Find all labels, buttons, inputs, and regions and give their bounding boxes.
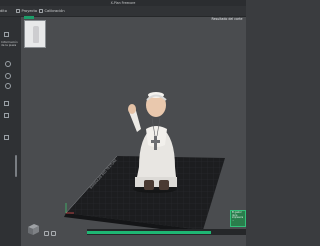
plate-tab[interactable] [24, 16, 34, 19]
tab-label: dito [0, 9, 7, 13]
tab-label: Calibración [44, 9, 65, 13]
build-plate: BAMBULAB BED TEXTURE [64, 92, 225, 234]
3d-viewport[interactable]: BAMBULAB BED TEXTURE Resultado del corte [21, 17, 246, 246]
add-icon[interactable] [5, 83, 11, 89]
printer-icon[interactable] [4, 32, 9, 37]
support-icon[interactable] [4, 113, 9, 118]
tab-label: Proyecto [21, 9, 38, 13]
plate-thumbnail[interactable] [24, 20, 46, 48]
progress-bar [87, 229, 246, 235]
sidebar-label: Información de la pieza [1, 40, 18, 48]
slice-result-label[interactable]: Resultado del corte [208, 17, 246, 25]
layers-icon[interactable] [4, 101, 9, 106]
sidebar-scrollbar[interactable] [15, 155, 17, 177]
notification-text: El gestor de la impresora ... [232, 211, 244, 222]
tab-dito[interactable]: dito [0, 6, 7, 16]
view-controls [44, 231, 56, 236]
3d-model-figure[interactable] [128, 92, 177, 193]
fit-view-icon[interactable] [51, 231, 56, 236]
tab-proyecto[interactable]: Proyecto [16, 6, 37, 16]
view-cube[interactable] [26, 222, 40, 236]
calibration-icon [39, 9, 43, 13]
filament-icon[interactable] [5, 73, 11, 79]
other-icon[interactable] [4, 135, 9, 140]
notification-badge[interactable]: El gestor de la impresora ... [230, 210, 246, 227]
progress-fill [87, 230, 212, 234]
thumbnail-figure [33, 26, 39, 43]
zoom-icon[interactable] [44, 231, 49, 236]
sidebar: Información de la pieza [0, 17, 22, 246]
folder-icon [16, 9, 20, 13]
tab-calibracion[interactable]: Calibración [39, 6, 65, 16]
settings-icon[interactable] [5, 61, 11, 67]
